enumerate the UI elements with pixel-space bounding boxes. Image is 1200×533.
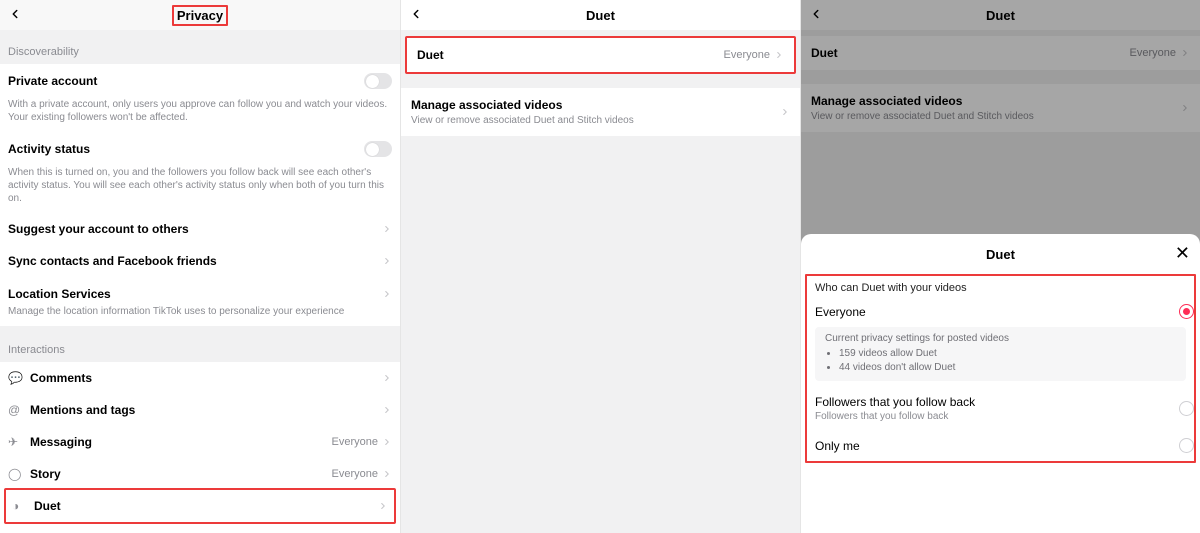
story-value: Everyone xyxy=(332,468,378,480)
page-title: Privacy xyxy=(172,5,228,26)
location-services-label: Location Services xyxy=(8,287,382,301)
comments-row[interactable]: 💬 Comments xyxy=(0,362,400,394)
radio-unselected-icon xyxy=(1179,438,1194,453)
duet-highlight: ◑ Duet xyxy=(4,488,396,524)
duet-icon: ◑ xyxy=(12,499,34,513)
option-only-me-label: Only me xyxy=(815,439,1179,453)
manage-associated-desc: View or remove associated Duet and Stitc… xyxy=(411,115,780,126)
option-everyone-label: Everyone xyxy=(815,305,1179,319)
duet-setting-row[interactable]: Duet Everyone xyxy=(407,38,794,72)
messaging-row[interactable]: ✈ Messaging Everyone xyxy=(0,426,400,458)
back-icon[interactable] xyxy=(8,6,22,24)
radio-unselected-icon xyxy=(1179,401,1194,416)
private-account-row: Private account xyxy=(0,64,400,98)
sync-contacts-label: Sync contacts and Facebook friends xyxy=(8,254,382,268)
interactions-card: 💬 Comments @ Mentions and tags ✈ Messagi… xyxy=(0,362,400,533)
chevron-right-icon xyxy=(378,501,388,511)
activity-status-row: Activity status xyxy=(0,132,400,166)
chevron-right-icon xyxy=(382,289,392,299)
manage-associated-row[interactable]: Manage associated videos View or remove … xyxy=(401,88,800,136)
header: Duet xyxy=(401,0,800,30)
chevron-right-icon xyxy=(382,256,392,266)
chevron-right-icon xyxy=(780,107,790,117)
sync-contacts-row[interactable]: Sync contacts and Facebook friends xyxy=(0,245,400,277)
story-label: Story xyxy=(30,467,332,481)
option-everyone[interactable]: Everyone xyxy=(807,296,1194,327)
option-followers-label: Followers that you follow back xyxy=(815,395,1179,409)
comments-icon: 💬 xyxy=(8,371,30,385)
close-icon[interactable]: ✕ xyxy=(1175,244,1190,262)
discoverability-card: Private account With a private account, … xyxy=(0,64,400,326)
comments-label: Comments xyxy=(30,371,382,385)
who-can-duet-label: Who can Duet with your videos xyxy=(807,276,1194,296)
duet-row[interactable]: ◑ Duet xyxy=(6,490,394,522)
messaging-label: Messaging xyxy=(30,435,332,449)
chevron-right-icon xyxy=(382,437,392,447)
pane-privacy: Privacy Discoverability Private account … xyxy=(0,0,400,533)
infobox-line-2: 44 videos don't allow Duet xyxy=(839,361,1176,375)
sheet-body-highlight: Who can Duet with your videos Everyone C… xyxy=(805,274,1196,463)
pane-duet-sheet: Duet Duet Everyone Manage associated vid… xyxy=(800,0,1200,533)
section-discoverability: Discoverability xyxy=(0,30,400,64)
option-followers-sublabel: Followers that you follow back xyxy=(815,411,1179,422)
infobox-line-1: 159 videos allow Duet xyxy=(839,347,1176,361)
current-settings-infobox: Current privacy settings for posted vide… xyxy=(815,327,1186,381)
messaging-icon: ✈ xyxy=(8,435,30,449)
header: Privacy xyxy=(0,0,400,30)
mentions-label: Mentions and tags xyxy=(30,403,382,417)
radio-selected-icon xyxy=(1179,304,1194,319)
story-row[interactable]: ◯ Story Everyone xyxy=(0,458,400,490)
mentions-icon: @ xyxy=(8,403,30,417)
activity-status-desc: When this is turned on, you and the foll… xyxy=(0,166,400,213)
chevron-right-icon xyxy=(382,469,392,479)
duet-setting-value: Everyone xyxy=(724,49,770,61)
page-title: Duet xyxy=(583,7,618,24)
chevron-right-icon xyxy=(382,405,392,415)
sheet-title: Duet xyxy=(986,247,1015,262)
activity-status-toggle[interactable] xyxy=(364,141,392,157)
sheet-header: Duet ✕ xyxy=(801,234,1200,274)
option-followers[interactable]: Followers that you follow back Followers… xyxy=(807,387,1194,430)
infobox-heading: Current privacy settings for posted vide… xyxy=(825,333,1176,344)
private-account-desc: With a private account, only users you a… xyxy=(0,98,400,132)
suggest-account-row[interactable]: Suggest your account to others xyxy=(0,213,400,245)
story-icon: ◯ xyxy=(8,467,30,481)
suggest-account-label: Suggest your account to others xyxy=(8,222,382,236)
manage-associated-label: Manage associated videos xyxy=(411,98,780,112)
chevron-right-icon xyxy=(382,373,392,383)
location-services-desc: Manage the location information TikTok u… xyxy=(0,305,400,326)
duet-row-highlight: Duet Everyone xyxy=(405,36,796,74)
private-account-toggle[interactable] xyxy=(364,73,392,89)
messaging-value: Everyone xyxy=(332,436,378,448)
chevron-right-icon xyxy=(382,224,392,234)
mentions-row[interactable]: @ Mentions and tags xyxy=(0,394,400,426)
section-interactions: Interactions xyxy=(0,328,400,362)
activity-status-label: Activity status xyxy=(8,142,364,156)
duet-options-sheet: Duet ✕ Who can Duet with your videos Eve… xyxy=(801,234,1200,533)
pane-duet: Duet Duet Everyone Manage associated vid… xyxy=(400,0,800,533)
private-account-label: Private account xyxy=(8,74,364,88)
stitch-row[interactable]: ▭ Stitch xyxy=(0,528,400,533)
duet-setting-label: Duet xyxy=(417,48,724,62)
location-services-row[interactable]: Location Services xyxy=(0,277,400,305)
duet-label: Duet xyxy=(34,499,378,513)
back-icon[interactable] xyxy=(409,6,423,24)
option-only-me[interactable]: Only me xyxy=(807,430,1194,461)
chevron-right-icon xyxy=(774,50,784,60)
